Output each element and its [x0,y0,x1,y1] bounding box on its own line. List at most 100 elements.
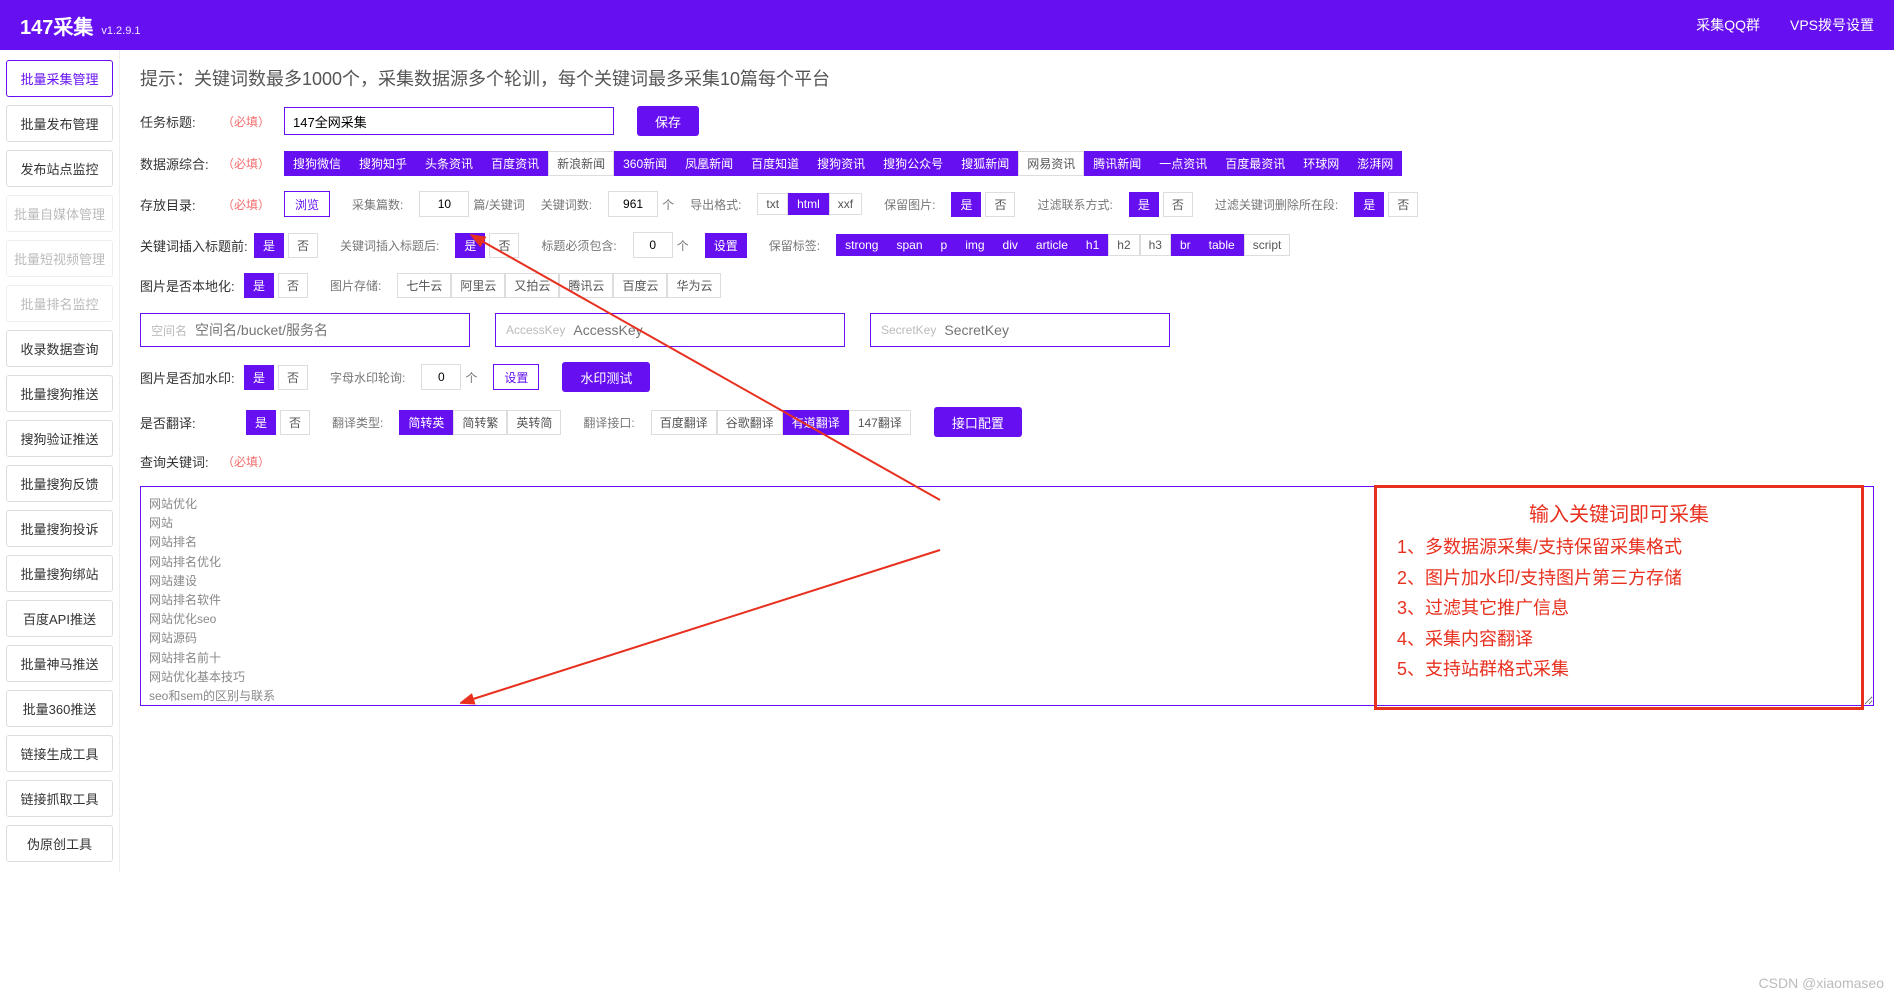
source-tag-1[interactable]: 搜狗知乎 [350,151,416,176]
sidebar-item-17[interactable]: 伪原创工具 [6,825,113,862]
store-tag-0[interactable]: 七牛云 [397,273,451,298]
sidebar-item-14[interactable]: 批量360推送 [6,690,113,727]
store-tag-3[interactable]: 腾讯云 [559,273,613,298]
keepimg-no[interactable]: 否 [985,192,1015,217]
wm-yes[interactable]: 是 [244,365,274,390]
kw-unit: 个 [662,196,674,213]
source-tag-12[interactable]: 腾讯新闻 [1084,151,1150,176]
api-config-button[interactable]: 接口配置 [934,407,1022,437]
local-no[interactable]: 否 [278,273,308,298]
sidebar-item-3[interactable]: 批量自媒体管理 [6,195,113,232]
source-tag-6[interactable]: 凤凰新闻 [676,151,742,176]
sidebar-item-1[interactable]: 批量发布管理 [6,105,113,142]
after-yes[interactable]: 是 [455,233,485,258]
sidebar-item-0[interactable]: 批量采集管理 [6,60,113,97]
sidebar-item-15[interactable]: 链接生成工具 [6,735,113,772]
ttype-tag-0[interactable]: 简转英 [399,410,453,435]
before-yes[interactable]: 是 [254,233,284,258]
source-tag-3[interactable]: 百度资讯 [482,151,548,176]
source-tag-2[interactable]: 头条资讯 [416,151,482,176]
source-tag-14[interactable]: 百度最资讯 [1216,151,1294,176]
space-field[interactable]: 空间名 [140,313,470,347]
keep-tag-1[interactable]: span [887,234,931,256]
sk-input[interactable] [944,322,1159,338]
tapi-tag-1[interactable]: 谷歌翻译 [717,410,783,435]
sidebar-item-16[interactable]: 链接抓取工具 [6,780,113,817]
link-qq[interactable]: 采集QQ群 [1696,15,1760,35]
filter-no[interactable]: 否 [1163,192,1193,217]
source-tag-8[interactable]: 搜狗资讯 [808,151,874,176]
source-tag-4[interactable]: 新浪新闻 [548,151,614,176]
sidebar-item-10[interactable]: 批量搜狗投诉 [6,510,113,547]
keep-tag-2[interactable]: p [932,234,957,256]
sk-field[interactable]: SecretKey [870,313,1170,347]
source-tag-9[interactable]: 搜狗公众号 [874,151,952,176]
sidebar-item-6[interactable]: 收录数据查询 [6,330,113,367]
fmt-tag-1[interactable]: html [788,193,829,215]
source-tag-0[interactable]: 搜狗微信 [284,151,350,176]
ak-field[interactable]: AccessKey [495,313,845,347]
task-title-input[interactable] [284,107,614,135]
source-tag-10[interactable]: 搜狐新闻 [952,151,1018,176]
filter-yes[interactable]: 是 [1129,192,1159,217]
source-tag-7[interactable]: 百度知道 [742,151,808,176]
contain-input[interactable] [633,232,673,258]
count-input[interactable] [419,191,469,217]
store-tag-5[interactable]: 华为云 [667,273,721,298]
sidebar-item-13[interactable]: 批量神马推送 [6,645,113,682]
wm-test-button[interactable]: 水印测试 [562,362,650,392]
sidebar-item-8[interactable]: 搜狗验证推送 [6,420,113,457]
keep-tag-9[interactable]: br [1171,234,1200,256]
tapi-tag-2[interactable]: 有道翻译 [783,410,849,435]
ak-input[interactable] [573,322,834,338]
browse-button[interactable]: 浏览 [284,191,330,217]
source-tag-15[interactable]: 环球网 [1294,151,1348,176]
sidebar-item-9[interactable]: 批量搜狗反馈 [6,465,113,502]
local-yes[interactable]: 是 [244,273,274,298]
keep-tag-4[interactable]: div [994,234,1027,256]
sidebar-item-7[interactable]: 批量搜狗推送 [6,375,113,412]
keep-tag-0[interactable]: strong [836,234,887,256]
wm-set-button[interactable]: 设置 [493,364,539,390]
trans-no[interactable]: 否 [280,410,310,435]
ttype-tag-2[interactable]: 英转简 [507,410,561,435]
source-tag-11[interactable]: 网易资讯 [1018,151,1084,176]
store-tag-4[interactable]: 百度云 [613,273,667,298]
sidebar-item-11[interactable]: 批量搜狗绑站 [6,555,113,592]
trans-yes[interactable]: 是 [246,410,276,435]
sidebar-item-12[interactable]: 百度API推送 [6,600,113,637]
rot-input[interactable] [421,364,461,390]
ttype-tag-1[interactable]: 简转繁 [453,410,507,435]
sidebar-item-5[interactable]: 批量排名监控 [6,285,113,322]
source-tag-16[interactable]: 澎湃网 [1348,151,1402,176]
space-input[interactable] [195,322,459,338]
keywords-textarea[interactable] [140,486,1874,706]
keep-tag-3[interactable]: img [956,234,993,256]
filter2-yes[interactable]: 是 [1354,192,1384,217]
store-tag-1[interactable]: 阿里云 [451,273,505,298]
keep-tag-10[interactable]: table [1200,234,1244,256]
after-no[interactable]: 否 [489,233,519,258]
kw-count-input[interactable] [608,191,658,217]
keep-tag-5[interactable]: article [1027,234,1077,256]
tapi-tag-3[interactable]: 147翻译 [849,410,911,435]
fmt-tag-2[interactable]: xxf [829,193,862,215]
link-vps[interactable]: VPS拨号设置 [1790,15,1874,35]
save-button[interactable]: 保存 [637,106,699,136]
keep-tag-7[interactable]: h2 [1108,234,1139,256]
filter2-no[interactable]: 否 [1388,192,1418,217]
source-tag-5[interactable]: 360新闻 [614,151,676,176]
source-tag-13[interactable]: 一点资讯 [1150,151,1216,176]
wm-no[interactable]: 否 [278,365,308,390]
tapi-tag-0[interactable]: 百度翻译 [651,410,717,435]
keep-tag-6[interactable]: h1 [1077,234,1108,256]
sidebar-item-2[interactable]: 发布站点监控 [6,150,113,187]
keep-tag-11[interactable]: script [1244,234,1291,256]
before-no[interactable]: 否 [288,233,318,258]
store-tag-2[interactable]: 又拍云 [505,273,559,298]
contain-set[interactable]: 设置 [705,233,747,258]
keep-tag-8[interactable]: h3 [1140,234,1171,256]
fmt-tag-0[interactable]: txt [757,193,788,215]
keepimg-yes[interactable]: 是 [951,192,981,217]
sidebar-item-4[interactable]: 批量短视频管理 [6,240,113,277]
